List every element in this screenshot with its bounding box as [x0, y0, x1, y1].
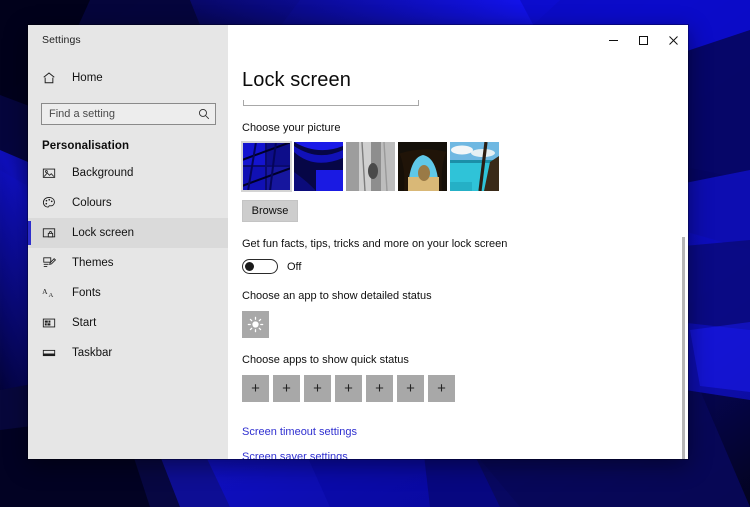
sidebar-item-label-start: Start — [72, 317, 97, 329]
close-button[interactable] — [658, 25, 688, 55]
thumbnail-grayscale-rock-face[interactable] — [346, 142, 395, 191]
minimize-icon — [608, 39, 618, 41]
settings-sidebar: Home Personalisation — [28, 55, 228, 459]
settings-window: Settings Home Find a setting Personalisa… — [28, 25, 688, 459]
quick-status-tile-list: + + + + + + + — [242, 375, 688, 402]
sidebar-item-label-lock-screen: Lock screen — [72, 227, 135, 239]
sidebar-category-title: Personalisation — [42, 140, 130, 152]
search-icon — [198, 108, 210, 120]
page-title-rule — [243, 99, 419, 106]
fun-facts-label: Get fun facts, tips, tricks and more on … — [242, 238, 508, 250]
detailed-status-app-tile[interactable] — [242, 311, 269, 338]
quick-status-label: Choose apps to show quick status — [242, 354, 409, 366]
fun-facts-toggle[interactable] — [242, 259, 278, 274]
plus-icon: + — [251, 380, 260, 397]
themes-icon — [42, 256, 62, 270]
page-title: Lock screen — [242, 69, 351, 91]
weather-sun-icon — [247, 316, 264, 333]
sidebar-item-home[interactable]: Home — [28, 63, 228, 93]
thumbnail-beach-cave-arch[interactable] — [398, 142, 447, 191]
toggle-knob — [245, 262, 254, 271]
quick-status-tile[interactable]: + — [335, 375, 362, 402]
sidebar-item-label-themes: Themes — [72, 257, 114, 269]
thumbnail-blue-abstract-tiles[interactable] — [241, 141, 292, 192]
sidebar-item-fonts[interactable]: A A Fonts — [28, 278, 228, 308]
window-titlebar: Settings — [28, 25, 688, 55]
fun-facts-toggle-row: Off — [242, 259, 688, 274]
minimize-button[interactable] — [598, 25, 628, 55]
picture-thumbnail-list — [241, 141, 688, 192]
quick-status-tile[interactable]: + — [304, 375, 331, 402]
detailed-status-label: Choose an app to show detailed status — [242, 290, 432, 302]
maximize-icon — [638, 35, 648, 45]
screen-saver-settings-link[interactable]: Screen saver settings — [242, 451, 348, 459]
quick-status-tile[interactable]: + — [428, 375, 455, 402]
maximize-button[interactable] — [628, 25, 658, 55]
screen-timeout-settings-link[interactable]: Screen timeout settings — [242, 426, 357, 438]
plus-icon: + — [313, 380, 322, 397]
fonts-icon: A A — [42, 286, 62, 300]
sidebar-item-label-colours: Colours — [72, 197, 112, 209]
start-icon — [42, 316, 62, 330]
desktop: Settings Home Find a setting Personalisa… — [0, 0, 750, 507]
plus-icon: + — [406, 380, 415, 397]
thumbnail-turquoise-lagoon-boat[interactable] — [450, 142, 499, 191]
search-box[interactable] — [41, 103, 216, 125]
plus-icon: + — [282, 380, 291, 397]
sidebar-item-start[interactable]: Start — [28, 308, 228, 338]
sidebar-item-label-home: Home — [72, 72, 103, 84]
quick-status-tile[interactable]: + — [366, 375, 393, 402]
close-icon — [668, 35, 678, 45]
sidebar-item-colours[interactable]: Colours — [28, 188, 228, 218]
sidebar-item-themes[interactable]: Themes — [28, 248, 228, 278]
fun-facts-toggle-state: Off — [287, 260, 302, 273]
sidebar-item-label-background: Background — [72, 167, 134, 179]
quick-status-tile[interactable]: + — [242, 375, 269, 402]
sidebar-item-label-fonts: Fonts — [72, 287, 101, 299]
rule-line — [243, 105, 419, 106]
sidebar-item-background[interactable]: Background — [28, 158, 228, 188]
quick-status-tile[interactable]: + — [273, 375, 300, 402]
rule-tick-right — [418, 100, 419, 106]
sidebar-item-lock-screen[interactable]: Lock screen — [28, 218, 228, 248]
sidebar-item-label-taskbar: Taskbar — [72, 347, 113, 359]
plus-icon: + — [437, 380, 446, 397]
window-title: Settings — [42, 34, 81, 46]
quick-status-tile[interactable]: + — [397, 375, 424, 402]
thumbnail-blue-abstract-curves[interactable] — [294, 142, 343, 191]
lock-screen-icon — [42, 226, 62, 240]
sidebar-item-taskbar[interactable]: Taskbar — [28, 338, 228, 368]
window-body: Home Personalisation — [28, 55, 688, 459]
svg-text:A: A — [48, 292, 53, 299]
choose-picture-label: Choose your picture — [242, 122, 341, 134]
plus-icon: + — [344, 380, 353, 397]
search-input[interactable] — [49, 104, 198, 124]
browse-button[interactable]: Browse — [242, 200, 298, 222]
palette-icon — [42, 196, 62, 210]
titlebar-left-region: Settings — [28, 25, 228, 55]
picture-icon — [42, 166, 62, 180]
plus-icon: + — [375, 380, 384, 397]
taskbar-icon — [42, 346, 62, 360]
svg-text:A: A — [42, 287, 48, 296]
window-controls — [598, 25, 688, 55]
home-icon — [42, 71, 62, 85]
settings-content-pane: Lock screen Choose your picture Browse G… — [228, 55, 688, 459]
content-scrollbar[interactable] — [682, 237, 685, 459]
